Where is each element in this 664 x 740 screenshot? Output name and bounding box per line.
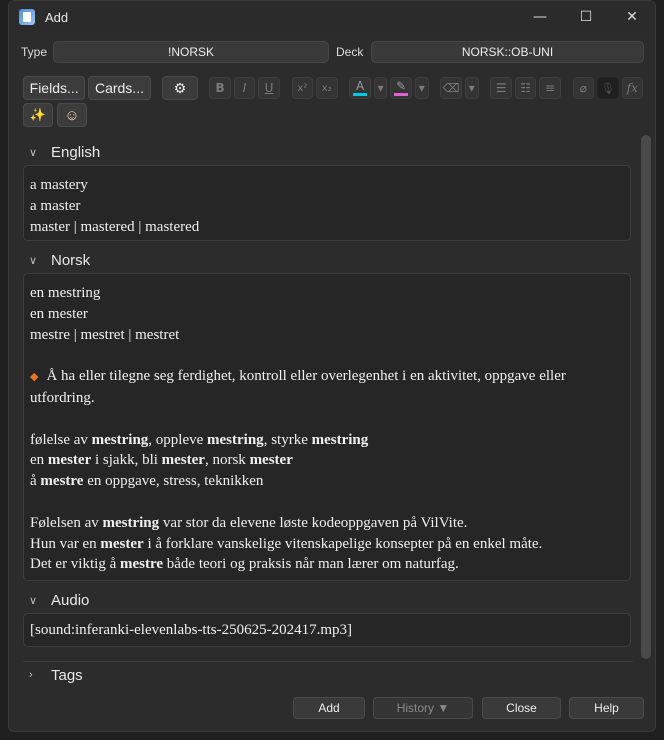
chevron-down-icon: ∨: [29, 146, 38, 159]
field-blank-line: [30, 409, 624, 430]
highlight-dropdown-icon[interactable]: ▾: [414, 77, 429, 99]
highlight-icon[interactable]: ✎: [390, 77, 412, 99]
close-window-button[interactable]: ✕: [609, 1, 655, 33]
add-button[interactable]: Add: [293, 697, 365, 719]
field-audio-editor[interactable]: [sound:inferanki-elevenlabs-tts-250625-2…: [23, 613, 631, 647]
field-name-norsk: Norsk: [51, 251, 91, 269]
field-line: Å ha eller tilegne seg ferdighet, kontro…: [46, 368, 566, 385]
help-button[interactable]: Help: [569, 697, 644, 719]
text-color-dropdown-icon[interactable]: ▾: [373, 77, 388, 99]
math-icon[interactable]: fx: [621, 77, 643, 99]
italic-icon[interactable]: I: [233, 77, 256, 99]
microphone-icon[interactable]: 🎙: [597, 77, 619, 99]
scrollbar[interactable]: [641, 135, 651, 659]
field-line: en mester: [30, 305, 88, 322]
eraser-icon[interactable]: ⌫: [440, 77, 462, 99]
field-rich-line: Følelsen av mestring var stor da elevene…: [30, 514, 468, 531]
field-rich-line: følelse av mestring, oppleve mestring, s…: [30, 431, 369, 448]
window-title: Add: [45, 9, 69, 25]
note-type-selector[interactable]: !NORSK: [53, 41, 329, 63]
highlight-swatch: [394, 93, 409, 96]
title-bar: Add — ☐ ✕: [9, 1, 655, 33]
history-button[interactable]: History ▼: [373, 697, 473, 719]
field-line: en mestring: [30, 285, 101, 301]
field-rich-line: Det er viktig å mestre både teori og pra…: [30, 556, 459, 573]
field-line: [sound:inferanki-elevenlabs-tts-250625-2…: [30, 622, 353, 638]
field-definition-line: ◆ Å ha eller tilegne seg ferdighet, kontr…: [30, 366, 624, 388]
chevron-down-icon: ∨: [29, 254, 38, 267]
type-label: Type: [21, 45, 48, 59]
anki-app-icon: [19, 9, 35, 25]
chevron-right-icon: ›: [29, 669, 33, 681]
sparkle-icon[interactable]: ✨: [23, 103, 53, 127]
cards-button[interactable]: Cards...: [88, 76, 151, 100]
divider: [23, 661, 633, 662]
subscript-icon[interactable]: x₂: [316, 77, 338, 99]
field-english-editor[interactable]: a mastery a master master | mastered | m…: [23, 165, 631, 241]
field-line: a master: [30, 197, 81, 214]
deck-label: Deck: [336, 45, 364, 59]
attach-icon[interactable]: ⌀: [572, 77, 595, 99]
editor-toolbar: Fields... Cards... ⚙ B I U x² x₂ A ▾ ✎ ▾…: [23, 75, 643, 101]
field-name-audio: Audio: [51, 591, 90, 609]
superscript-icon[interactable]: x²: [291, 77, 314, 99]
tags-header[interactable]: › Tags: [29, 663, 83, 687]
add-window: Add — ☐ ✕ Type !NORSK Deck NORSK::OB-UNI…: [8, 0, 656, 732]
eraser-dropdown-icon[interactable]: ▾: [464, 77, 479, 99]
maximize-button[interactable]: ☐: [563, 1, 609, 33]
field-line: master | mastered | mastered: [30, 218, 200, 235]
chevron-down-icon: ∨: [29, 594, 38, 607]
align-icon[interactable]: ≡: [539, 77, 561, 99]
bottom-button-bar: Add History ▼ Close Help: [9, 697, 655, 721]
underline-icon[interactable]: U: [258, 77, 280, 99]
close-button[interactable]: Close: [482, 697, 561, 719]
deck-selector[interactable]: NORSK::OB-UNI: [371, 41, 644, 63]
bullet-list-icon[interactable]: ☰: [490, 77, 512, 99]
field-norsk-editor[interactable]: en mestring en mester mestre | mestret |…: [23, 273, 631, 581]
field-line: mestre | mestret | mestret: [30, 326, 180, 343]
highlight-glyph: ✎: [396, 79, 407, 93]
numbered-list-icon[interactable]: ☷: [514, 77, 537, 99]
field-blank-line: [30, 345, 624, 366]
tags-label: Tags: [51, 666, 83, 684]
text-color-swatch: [353, 93, 368, 96]
text-color-glyph: A: [355, 79, 365, 93]
field-blank-line: [30, 492, 624, 513]
field-header-norsk[interactable]: ∨ Norsk: [29, 248, 90, 272]
diamond-icon: ◆: [30, 371, 39, 384]
field-rich-line: å mestre en oppgave, stress, teknikken: [30, 473, 264, 490]
field-name-english: English: [51, 143, 101, 161]
field-line: utfordring.: [30, 389, 95, 406]
field-line: a mastery: [30, 177, 88, 193]
fields-area: ∨ English a mastery a master master | ma…: [23, 135, 633, 689]
addon-toolbar: ✨ ☺: [23, 103, 87, 127]
field-header-english[interactable]: ∨ English: [29, 140, 100, 164]
minimize-button[interactable]: —: [517, 1, 563, 33]
type-deck-row: Type !NORSK Deck NORSK::OB-UNI: [21, 41, 645, 63]
field-header-audio[interactable]: ∨ Audio: [29, 588, 89, 612]
field-rich-line: en mester i sjakk, bli mester, norsk mes…: [30, 452, 293, 469]
face-icon[interactable]: ☺: [57, 103, 87, 127]
fields-button[interactable]: Fields...: [23, 76, 86, 100]
text-color-icon[interactable]: A: [349, 77, 371, 99]
field-rich-line: Hun var en mester i å forklare vanskelig…: [30, 535, 543, 552]
bold-icon[interactable]: B: [209, 77, 231, 99]
gear-icon[interactable]: ⚙: [162, 76, 198, 100]
